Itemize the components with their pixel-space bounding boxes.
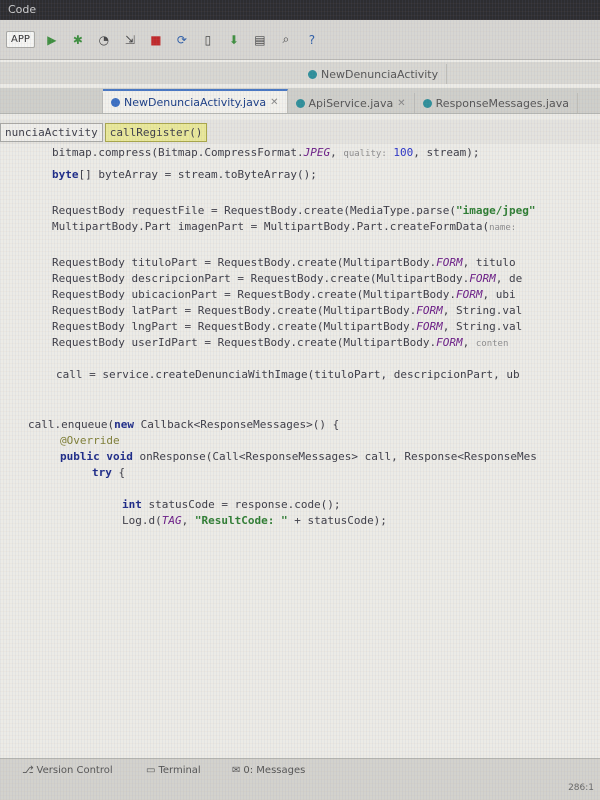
search-icon[interactable]: ⌕ xyxy=(277,31,295,49)
code-line: bitmap.compress(Bitmap.CompressFormat.JP… xyxy=(52,146,480,159)
version-control-tool[interactable]: ⎇ Version Control xyxy=(22,765,113,776)
class-file-icon xyxy=(111,97,120,107)
code-line: try { xyxy=(92,466,126,479)
tab-spacer xyxy=(0,93,103,113)
close-icon[interactable]: ✕ xyxy=(397,98,405,109)
terminal-icon: ▭ xyxy=(146,765,156,776)
tab-label: ResponseMessages.java xyxy=(435,96,569,110)
code-line: RequestBody ubicacionPart = RequestBody.… xyxy=(52,288,516,301)
window-title-bar: Code xyxy=(0,0,600,20)
tab-new-denuncia-activity[interactable]: NewDenunciaActivity xyxy=(300,64,448,84)
structure-icon[interactable]: ▤ xyxy=(251,31,269,49)
tab-api-service-java[interactable]: ApiService.java ✕ xyxy=(288,93,415,113)
code-line: @Override xyxy=(60,434,120,447)
navigation-tabs: NewDenunciaActivity xyxy=(0,62,600,84)
tab-new-denuncia-activity-java[interactable]: NewDenunciaActivity.java ✕ xyxy=(103,89,288,113)
profile-icon[interactable]: ◔ xyxy=(95,31,113,49)
code-line: RequestBody userIdPart = RequestBody.cre… xyxy=(52,336,509,349)
sdk-manager-icon[interactable]: ⬇ xyxy=(225,31,243,49)
sync-icon[interactable]: ⟳ xyxy=(173,31,191,49)
class-file-icon xyxy=(308,69,317,79)
code-line: MultipartBody.Part imagenPart = Multipar… xyxy=(52,220,517,233)
terminal-label: Terminal xyxy=(158,765,201,776)
code-line: call.enqueue(new Callback<ResponseMessag… xyxy=(28,418,340,431)
editor-tabs: NewDenunciaActivity.java ✕ ApiService.ja… xyxy=(0,88,600,114)
interface-file-icon xyxy=(295,98,305,108)
code-line: int statusCode = response.code(); xyxy=(122,498,341,511)
messages-label: 0: Messages xyxy=(243,765,306,776)
code-line: Log.d(TAG, "ResultCode: " + statusCode); xyxy=(122,514,387,527)
class-file-icon xyxy=(422,98,432,108)
tab-response-messages-java[interactable]: ResponseMessages.java xyxy=(415,93,578,113)
play-icon[interactable]: ▶ xyxy=(43,31,61,49)
attach-icon[interactable]: ⇲ xyxy=(121,31,139,49)
main-toolbar: APP ▶ ✱ ◔ ⇲ ■ ⟳ ▯ ⬇ ▤ ⌕ ? xyxy=(0,20,600,60)
avd-manager-icon[interactable]: ▯ xyxy=(199,31,217,49)
breadcrumb-class[interactable]: nunciaActivity xyxy=(0,122,103,142)
stop-icon[interactable]: ■ xyxy=(147,31,165,49)
window-title: Code xyxy=(8,3,37,16)
tab-label: NewDenunciaActivity.java xyxy=(124,95,267,109)
messages-tool[interactable]: ✉ 0: Messages xyxy=(232,765,305,776)
terminal-tool[interactable]: ▭ Terminal xyxy=(146,765,201,776)
help-icon[interactable]: ? xyxy=(303,31,321,49)
close-icon[interactable]: ✕ xyxy=(270,97,278,108)
run-configuration-select[interactable]: APP xyxy=(6,31,35,48)
code-editor[interactable]: bitmap.compress(Bitmap.CompressFormat.JP… xyxy=(0,146,600,758)
tab-label: NewDenunciaActivity xyxy=(321,67,439,81)
debug-icon[interactable]: ✱ xyxy=(69,31,87,49)
version-control-label: Version Control xyxy=(36,765,113,776)
code-line: RequestBody latPart = RequestBody.create… xyxy=(52,304,523,317)
code-line: call = service.createDenunciaWithImage(t… xyxy=(56,368,520,381)
code-line: RequestBody tituloPart = RequestBody.cre… xyxy=(52,256,516,269)
code-line: public void onResponse(Call<ResponseMess… xyxy=(60,450,537,463)
caret-position[interactable]: 286:1 xyxy=(568,783,594,793)
code-line: RequestBody requestFile = RequestBody.cr… xyxy=(52,204,536,217)
tab-label: ApiService.java xyxy=(308,96,394,110)
code-line: RequestBody descripcionPart = RequestBod… xyxy=(52,272,523,285)
code-line: byte[] byteArray = stream.toByteArray(); xyxy=(52,168,317,181)
breadcrumb-method[interactable]: callRegister() xyxy=(104,122,208,142)
code-line: RequestBody lngPart = RequestBody.create… xyxy=(52,320,523,333)
breadcrumb: nunciaActivity callRegister() xyxy=(0,120,600,144)
status-bar: ⎇ Version Control ▭ Terminal ✉ 0: Messag… xyxy=(0,758,600,800)
messages-icon: ✉ xyxy=(232,765,241,776)
version-control-icon: ⎇ xyxy=(22,765,34,776)
